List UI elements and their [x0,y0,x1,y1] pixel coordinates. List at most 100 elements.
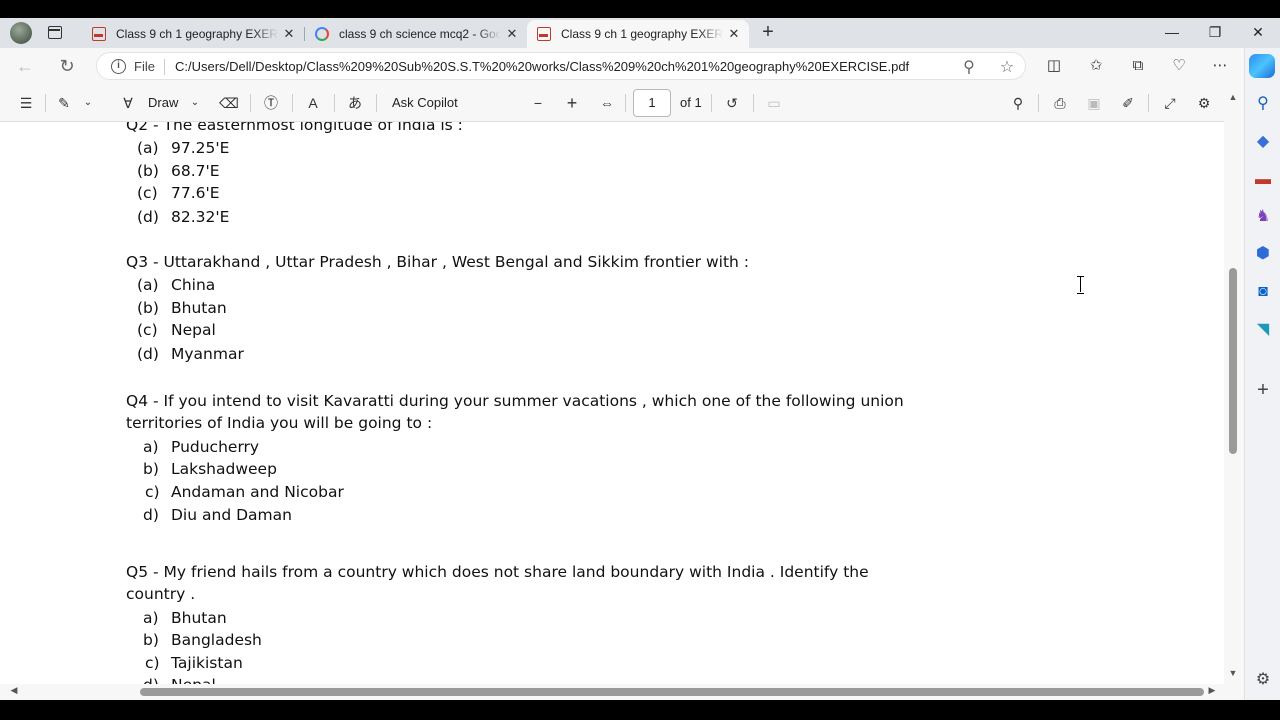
restore-button[interactable]: ❐ [1200,20,1230,44]
question-5-heading-line-2: country . [126,585,196,603]
pdf-document-view[interactable]: Q2 - The easternmost longitude of India … [0,122,1224,684]
option-mark: a) [143,609,159,627]
games-icon[interactable]: ♞ [1251,205,1275,229]
toolbar-separator [1038,94,1039,112]
scroll-left-arrow-icon[interactable]: ◀ [8,685,20,696]
save-as-icon[interactable]: ✐ [1118,93,1138,113]
draw-icon[interactable]: ∀ [118,93,138,113]
microsoft-365-icon[interactable]: ⬢ [1251,242,1275,266]
back-icon[interactable]: ← [14,55,36,77]
option-mark: (d) [137,208,159,226]
tab-label: Class 9 ch 1 geography EXERCISE [561,27,723,41]
option-text: Bhutan [171,609,227,627]
shopping-icon[interactable]: ◆ [1251,130,1275,154]
chevron-down-icon[interactable]: ⌄ [187,93,203,113]
close-tab-icon[interactable]: ✕ [723,26,745,42]
favorite-star-icon[interactable]: ☆ [997,57,1017,77]
save-icon[interactable]: ▣ [1084,93,1104,113]
refresh-icon[interactable]: ↻ [56,55,78,77]
split-screen-icon[interactable]: ◫ [1043,56,1065,78]
bottom-black-bar [0,700,1280,720]
option-text: Nepal [171,321,216,339]
tab-science-mcq[interactable]: class 9 ch science mcq2 - Google ✕ [305,20,527,48]
horizontal-scroll-thumb[interactable] [140,688,1204,696]
text-box-icon[interactable]: Ⓣ [261,93,281,113]
horizontal-scrollbar[interactable]: ◀ ▶ [0,684,1244,700]
address-bar[interactable]: i File C:/Users/Dell/Desktop/Class%209%2… [96,52,1026,80]
option-text: Lakshadweep [171,460,277,478]
option-text: 68.7'E [171,162,220,180]
zoom-icon[interactable]: ⚲ [959,57,979,77]
option-mark: (c) [137,184,158,202]
tab-geography-active[interactable]: Class 9 ch 1 geography EXERCISE ✕ [527,20,749,48]
scroll-right-arrow-icon[interactable]: ▶ [1206,685,1218,696]
close-tab-icon[interactable]: ✕ [501,26,523,42]
eraser-icon[interactable]: ⌫ [219,93,239,113]
minimize-button[interactable]: — [1157,20,1187,44]
new-tab-button[interactable]: + [758,22,778,42]
search-icon[interactable]: ⚲ [1008,93,1028,113]
page-number-input[interactable]: 1 [633,89,671,117]
browser-essentials-icon[interactable]: ♡ [1168,56,1190,78]
scroll-up-arrow-icon[interactable]: ▲ [1227,92,1239,102]
toolbar-separator [334,94,335,112]
zoom-out-icon[interactable]: − [528,93,548,113]
add-icon[interactable]: + [1251,378,1275,402]
zoom-in-icon[interactable]: + [562,93,582,113]
info-icon[interactable]: i [111,59,126,74]
vertical-scrollbar[interactable]: ▲ ▼ [1224,84,1244,684]
copilot-icon[interactable] [1249,54,1275,78]
fullscreen-icon[interactable]: ⤢ [1160,93,1180,113]
tools-icon[interactable]: ▬ [1251,168,1275,192]
option-text: Nepal [171,676,216,684]
tab-label: class 9 ch science mcq2 - Google [339,27,501,41]
close-tab-icon[interactable]: ✕ [278,26,300,42]
toolbar-separator [711,94,712,112]
vertical-scroll-thumb[interactable] [1229,268,1237,454]
sidebar-settings-icon[interactable]: ⚙ [1251,668,1275,692]
tab-actions-icon[interactable] [46,24,64,42]
pdf-toolbar: ☰ ✎ ⌄ ∀ Draw ⌄ ⌫ Ⓣ A あ Ask Copilot − + ⇔… [0,84,1244,122]
pdf-icon [92,27,106,41]
toolbar-separator [45,94,46,112]
draw-button[interactable]: Draw [148,94,178,112]
pdf-icon [537,27,551,41]
option-text: Andaman and Nicobar [171,483,344,501]
question-4-heading-line-1: Q4 - If you intend to visit Kavaratti du… [126,392,904,410]
url-text[interactable]: C:/Users/Dell/Desktop/Class%209%20Sub%20… [175,59,909,74]
option-text: Puducherry [171,438,260,456]
close-window-button[interactable]: ✕ [1243,20,1273,44]
option-text: Bhutan [171,299,227,317]
profile-avatar[interactable] [10,22,32,44]
drop-icon[interactable]: ◥ [1251,318,1275,342]
text-cursor-icon [1076,274,1085,294]
google-icon [315,27,329,41]
rotate-icon[interactable]: ↺ [722,93,742,113]
collections-icon[interactable]: ⧉ [1127,56,1149,78]
question-4-heading-line-2: territories of India you will be going t… [126,414,433,432]
chevron-down-icon[interactable]: ⌄ [80,93,96,113]
read-aloud-icon[interactable]: A [303,93,323,113]
scroll-down-arrow-icon[interactable]: ▼ [1227,668,1239,678]
question-3-heading: Q3 - Uttarakhand , Uttar Pradesh , Bihar… [126,253,749,271]
search-icon[interactable]: ⚲ [1251,92,1275,116]
contents-list-icon[interactable]: ☰ [16,93,36,113]
toolbar-separator [250,94,251,112]
favorites-icon[interactable]: ✩ [1085,56,1107,78]
file-chip[interactable]: File [134,59,155,74]
translate-icon[interactable]: あ [345,93,365,113]
more-menu-icon[interactable]: ⋯ [1209,56,1231,78]
option-mark: c) [145,654,160,672]
print-icon[interactable]: ⎙ [1050,93,1070,113]
toolbar-separator [753,94,754,112]
tab-label: Class 9 ch 1 geography EXERCISE [116,27,278,41]
toolbar-separator [625,94,626,112]
settings-gear-icon[interactable]: ⚙ [1194,93,1214,113]
outlook-icon[interactable]: ◙ [1251,280,1275,304]
tab-geography-1[interactable]: Class 9 ch 1 geography EXERCISE ✕ [82,20,304,48]
ask-copilot-button[interactable]: Ask Copilot [392,94,458,112]
fit-to-width-icon[interactable]: ⇔ [596,93,618,113]
page-view-icon[interactable]: ▭ [764,93,784,113]
option-text: Myanmar [171,345,244,363]
highlight-icon[interactable]: ✎ [54,93,74,113]
